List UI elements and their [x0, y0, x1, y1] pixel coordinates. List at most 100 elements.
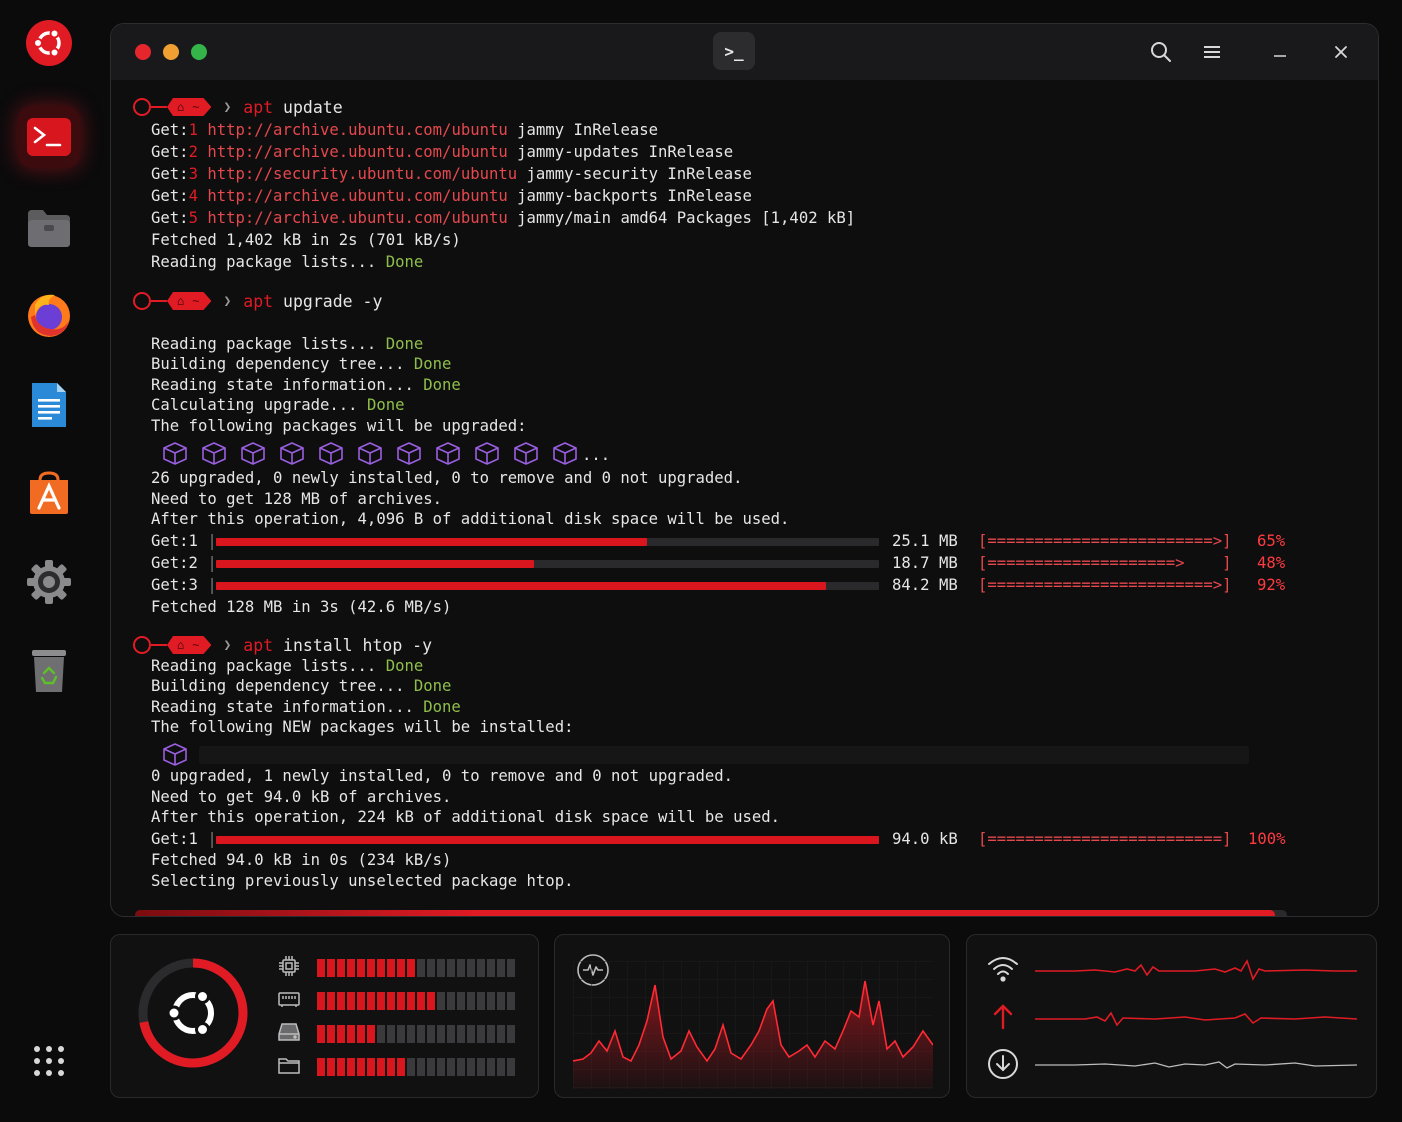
output-line: Get:3 http://security.ubuntu.com/ubuntu … [151, 165, 752, 183]
output-line: Calculating upgrade... Done [151, 396, 405, 414]
wifi-icon [987, 955, 1019, 987]
maximize-dot[interactable] [191, 44, 207, 60]
terminal-tab-glyph: >_ [724, 41, 744, 61]
terminal-icon[interactable] [18, 106, 80, 168]
home-icon: ⌂ [177, 294, 185, 308]
menu-icon[interactable] [1198, 38, 1226, 66]
level-meter [317, 1025, 515, 1043]
download-progress-bar [216, 836, 879, 844]
output-line: Get:1 http://archive.ubuntu.com/ubuntu j… [151, 121, 658, 139]
ubuntu-logo-icon[interactable] [24, 18, 74, 68]
package-icon [356, 441, 384, 469]
output-line: Selecting previously unselected package … [151, 872, 574, 890]
package-icon [395, 441, 423, 469]
dock [0, 0, 96, 1122]
disk-meter [277, 1020, 515, 1048]
download-progress-bar [216, 560, 879, 568]
output-line: Fetched 1,402 kB in 2s (701 kB/s) [151, 231, 461, 249]
output-line: Reading state information... Done [151, 376, 461, 394]
download-icon [987, 1048, 1019, 1084]
new-packages-track [199, 746, 1249, 764]
upload-graph [1035, 1011, 1357, 1027]
files-icon[interactable] [24, 202, 74, 252]
output-line: Get:5 http://archive.ubuntu.com/ubuntu j… [151, 209, 856, 227]
repo-url: http://archive.ubuntu.com/ubuntu [207, 209, 508, 227]
terminal-window: >_ ⌂ ~ ❯ apt update Get:1 http://archive… [110, 23, 1379, 917]
status-done: Done [385, 253, 424, 271]
package-icon [434, 441, 462, 469]
command-line: apt install htop -y [243, 636, 432, 655]
shell-prompt: ⌂ ~ ❯ apt upgrade -y [133, 289, 382, 313]
status-done: Done [385, 657, 424, 675]
output-line: Need to get 94.0 kB of archives. [151, 788, 452, 806]
command-keyword: apt [243, 635, 274, 655]
close-dot[interactable] [135, 44, 151, 60]
close-icon[interactable] [1327, 38, 1355, 66]
repo-url: http://archive.ubuntu.com/ubuntu [207, 187, 508, 205]
command-keyword: apt [243, 291, 274, 311]
output-line: Reading package lists... Done [151, 335, 424, 353]
folder-meter [277, 1053, 515, 1081]
search-icon[interactable] [1147, 38, 1175, 66]
disk-icon [277, 1020, 301, 1048]
command-args: update [273, 97, 343, 117]
terminal-output[interactable]: ⌂ ~ ❯ apt update Get:1 http://archive.ub… [111, 80, 1378, 916]
writer-icon[interactable] [24, 380, 74, 430]
repo-url: http://archive.ubuntu.com/ubuntu [207, 121, 508, 139]
command-line: apt upgrade -y [243, 292, 382, 311]
command-args: install htop -y [273, 635, 433, 655]
prompt-chevron-icon: ❯ [223, 637, 232, 653]
folder-icon [277, 1053, 301, 1081]
package-icon [551, 441, 579, 469]
output-line: Get:4 http://archive.ubuntu.com/ubuntu j… [151, 187, 752, 205]
status-done: Done [366, 396, 405, 414]
prompt-path: ~ [192, 100, 200, 114]
output-line: 26 upgraded, 0 newly installed, 0 to rem… [151, 469, 743, 487]
minimize-icon[interactable] [1266, 38, 1294, 66]
prompt-path: ~ [192, 294, 200, 308]
shell-prompt: ⌂ ~ ❯ apt install htop -y [133, 633, 432, 657]
level-meter [317, 992, 515, 1010]
shell-prompt: ⌂ ~ ❯ apt update [133, 95, 343, 119]
repo-url: http://archive.ubuntu.com/ubuntu [207, 143, 508, 161]
overall-progress-bar [135, 910, 1287, 916]
status-done: Done [385, 335, 424, 353]
cpu-icon [277, 954, 301, 982]
package-icon [278, 441, 306, 469]
apps-grid-icon[interactable] [24, 1036, 74, 1086]
output-line: After this operation, 224 kB of addition… [151, 808, 781, 826]
output-line: The following packages will be upgraded: [151, 417, 527, 435]
system-ring [138, 958, 248, 1068]
output-line: Need to get 128 MB of archives. [151, 490, 443, 508]
prompt-path-tag: ⌂ ~ [167, 292, 211, 310]
package-icon [473, 441, 501, 469]
prompt-path-tag: ⌂ ~ [167, 636, 211, 654]
app-center-icon[interactable] [24, 468, 74, 518]
package-ellipsis: ... [582, 446, 611, 464]
ubuntu-logo-icon [166, 989, 214, 1037]
status-done: Done [423, 698, 461, 716]
package-icon [200, 441, 228, 469]
prompt-chevron-icon: ❯ [223, 99, 232, 115]
activity-graph [573, 961, 933, 1089]
output-line: Fetched 128 MB in 3s (42.6 MB/s) [151, 598, 452, 616]
output-line: 0 upgraded, 1 newly installed, 0 to remo… [151, 767, 734, 785]
command-line: apt update [243, 98, 342, 117]
minimize-dot[interactable] [163, 44, 179, 60]
prompt-chevron-icon: ❯ [223, 293, 232, 309]
firefox-icon[interactable] [24, 290, 74, 340]
terminal-tab[interactable]: >_ [713, 32, 755, 70]
activity-panel [554, 934, 950, 1098]
output-line: Fetched 94.0 kB in 0s (234 kB/s) [151, 851, 452, 869]
home-icon: ⌂ [177, 638, 185, 652]
title-bar: >_ [111, 24, 1378, 80]
status-done: Done [423, 376, 461, 394]
level-meter [317, 1058, 515, 1076]
system-monitor-panel [110, 934, 539, 1098]
output-line: Building dependency tree... Done [151, 677, 452, 695]
trash-icon[interactable] [24, 646, 74, 696]
status-done: Done [413, 677, 452, 695]
output-line: Reading state information... Done [151, 698, 461, 716]
repo-url: http://security.ubuntu.com/ubuntu [207, 165, 518, 183]
settings-icon[interactable] [24, 557, 74, 607]
